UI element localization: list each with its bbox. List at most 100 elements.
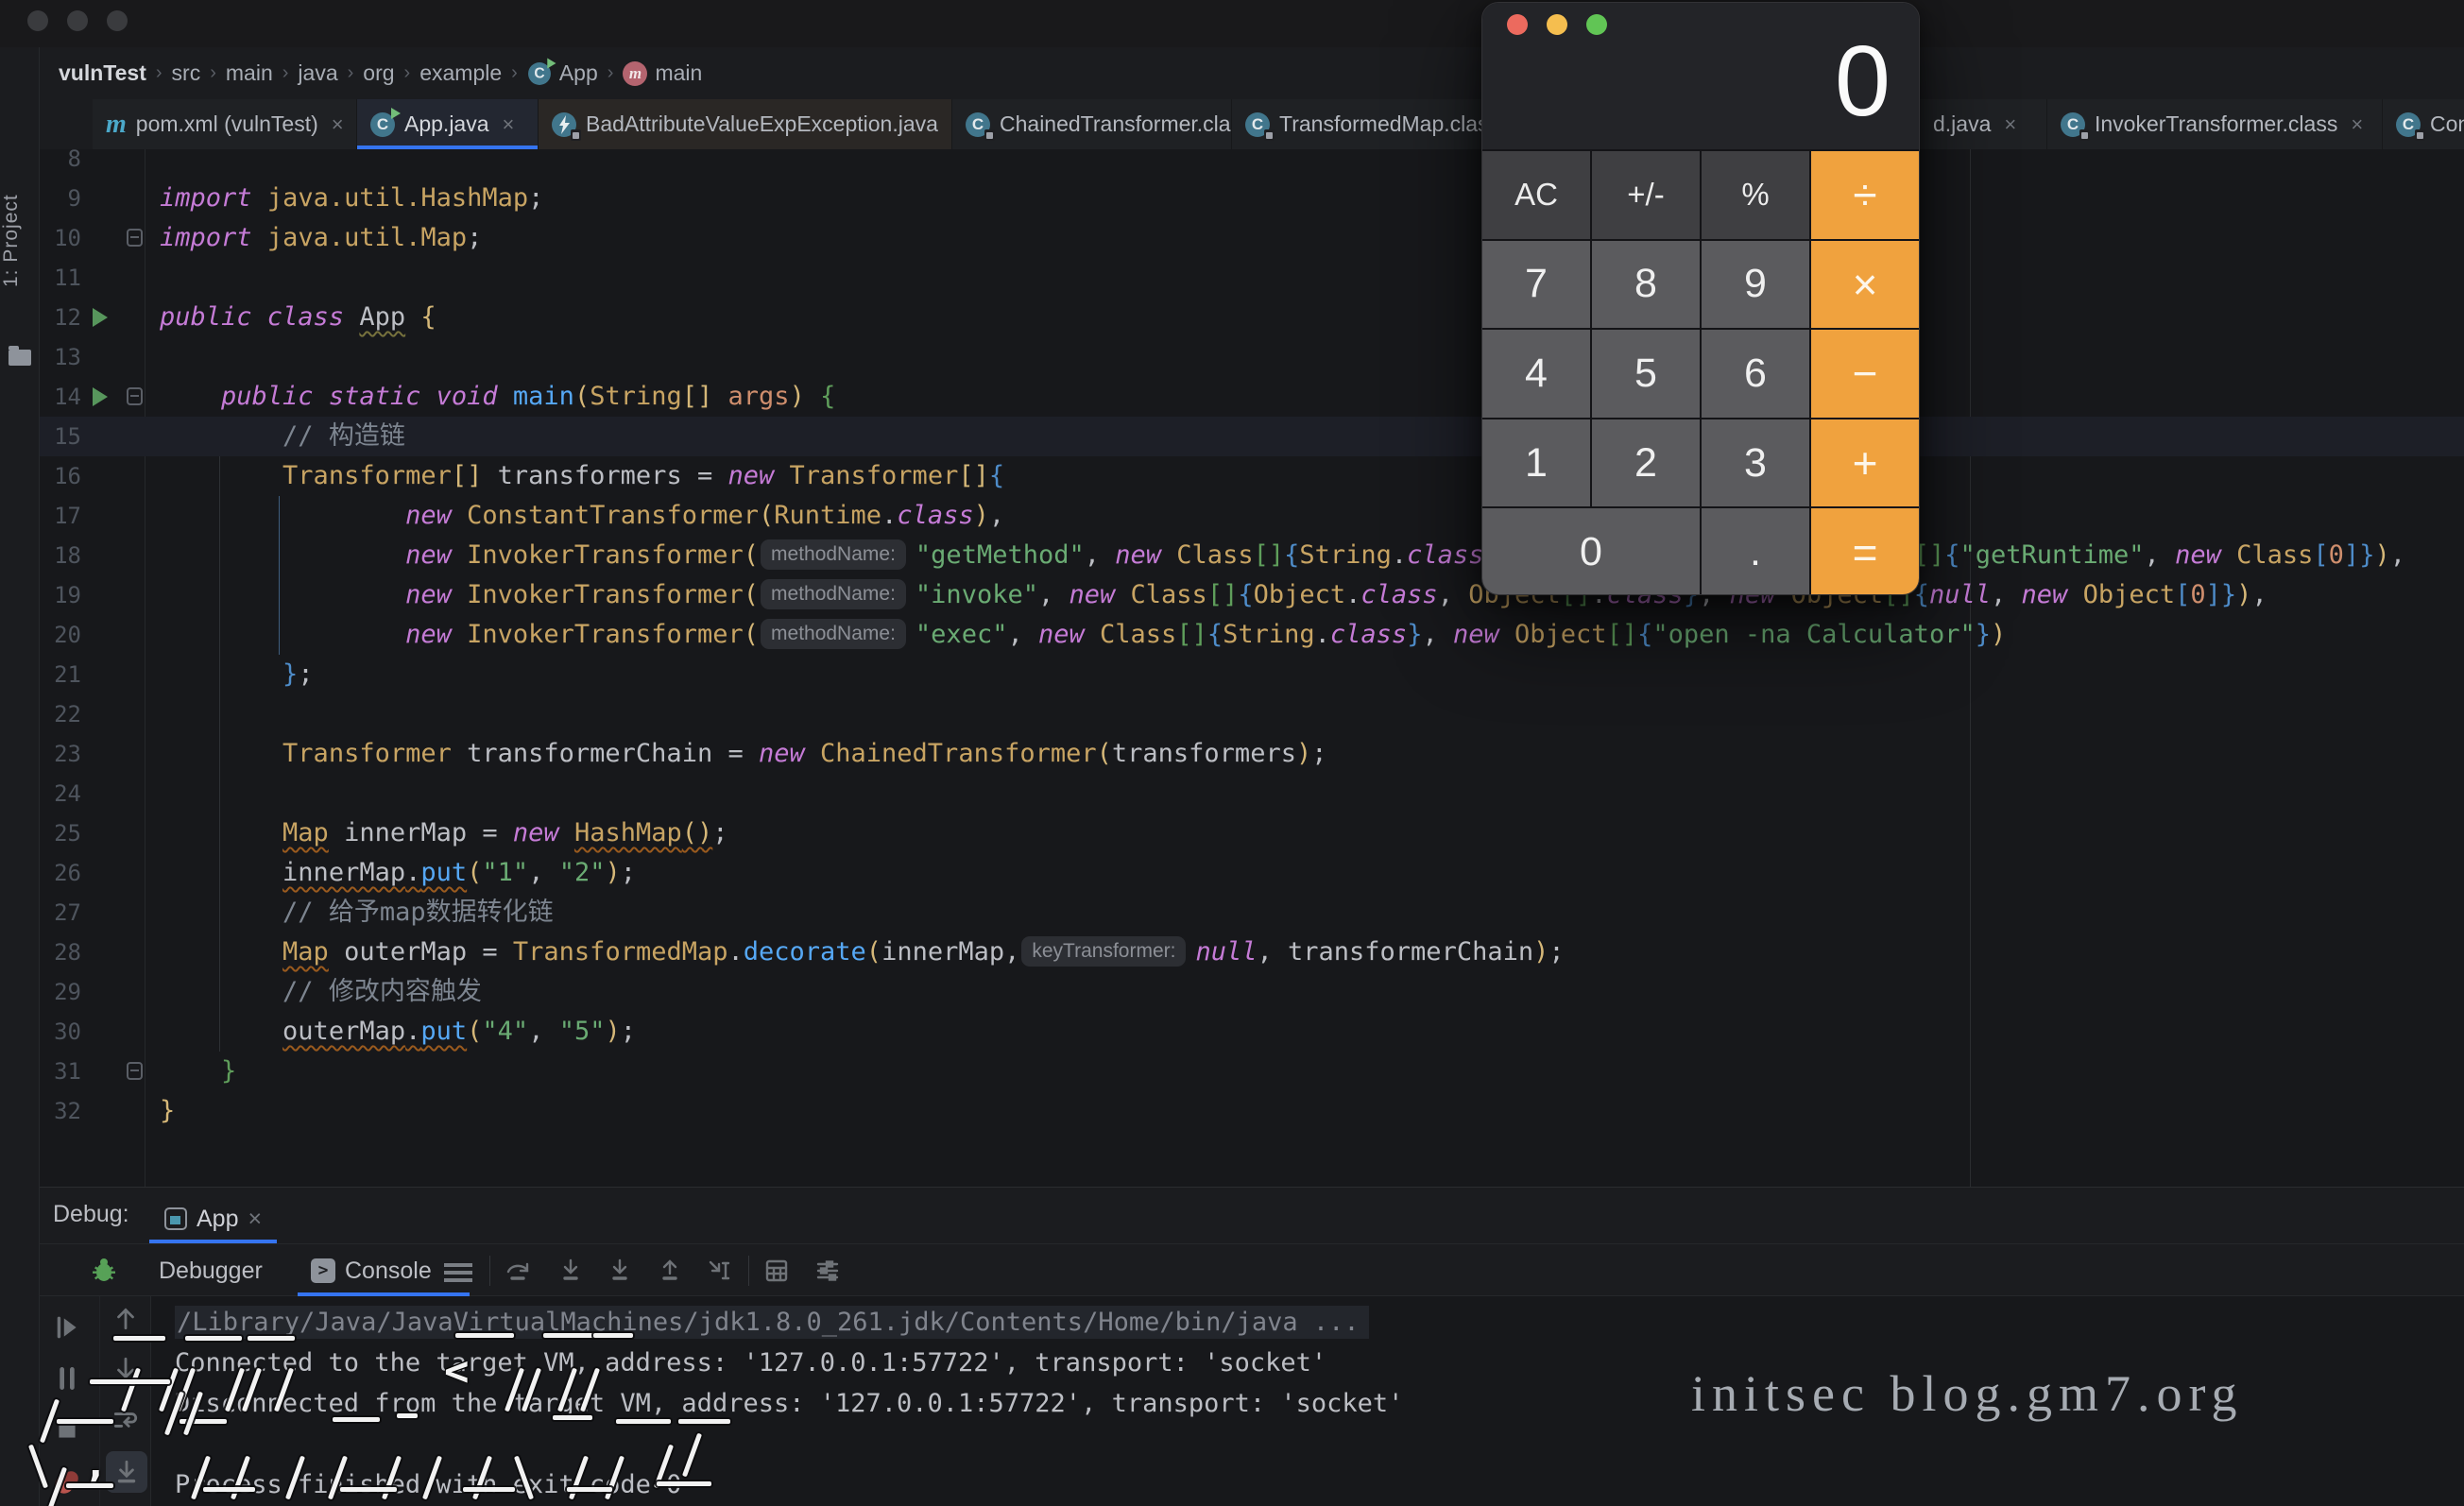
line-number[interactable]: 30 <box>43 1012 81 1052</box>
calc-button-9[interactable]: 9 <box>1702 241 1809 329</box>
stop-icon[interactable] <box>53 1415 81 1448</box>
window-minimize-icon[interactable] <box>67 10 88 31</box>
step-over-icon[interactable] <box>505 1258 531 1284</box>
resume-icon[interactable] <box>53 1313 81 1346</box>
breadcrumb-item-app[interactable]: CApp <box>522 60 604 86</box>
code-line-23[interactable]: 23 Transformer transformerChain = new Ch… <box>40 734 2464 774</box>
run-gutter-icon[interactable] <box>93 308 108 327</box>
calc-button-×[interactable]: × <box>1811 241 1919 329</box>
code-line-10[interactable]: 10import java.util.Map; <box>40 218 2464 258</box>
evaluate-expression-icon[interactable] <box>763 1258 790 1284</box>
line-number[interactable]: 23 <box>43 734 81 774</box>
calc-button-7[interactable]: 7 <box>1482 241 1590 329</box>
calc-button-=[interactable]: = <box>1811 508 1919 595</box>
tab-console[interactable]: > Console <box>311 1244 432 1297</box>
calc-close-icon[interactable] <box>1507 14 1528 35</box>
editor-tab-chainedtransformer-class[interactable]: CChainedTransformer.class× <box>952 99 1232 149</box>
line-number[interactable]: 14 <box>43 377 81 417</box>
breadcrumb-item-src[interactable]: src <box>166 60 207 86</box>
editor-tab-constanttransformer-class[interactable]: CConstantTransformer.class× <box>2383 99 2464 149</box>
calc-button-4[interactable]: 4 <box>1482 330 1590 418</box>
up-icon[interactable] <box>111 1304 140 1337</box>
line-number[interactable]: 22 <box>43 694 81 734</box>
line-number[interactable]: 20 <box>43 615 81 655</box>
calc-button-AC[interactable]: AC <box>1482 151 1590 239</box>
calc-button-2[interactable]: 2 <box>1592 419 1700 507</box>
code-line-9[interactable]: 9import java.util.HashMap; <box>40 179 2464 218</box>
folder-icon[interactable] <box>9 350 31 366</box>
code-line-18[interactable]: 18 new InvokerTransformer(methodName:"ge… <box>40 536 2464 575</box>
line-number[interactable]: 26 <box>43 853 81 893</box>
window-zoom-icon[interactable] <box>107 10 128 31</box>
calc-button-÷[interactable]: ÷ <box>1811 151 1919 239</box>
close-icon[interactable]: × <box>2004 112 2016 137</box>
close-icon[interactable]: × <box>332 112 344 137</box>
code-line-11[interactable]: 11 <box>40 258 2464 298</box>
step-into-icon[interactable] <box>557 1258 584 1284</box>
breadcrumb-item-main[interactable]: main <box>220 60 279 86</box>
close-icon[interactable]: × <box>248 1206 262 1233</box>
close-icon[interactable]: × <box>503 112 515 137</box>
fold-icon[interactable] <box>127 229 143 247</box>
calc-button-.[interactable]: . <box>1702 508 1809 595</box>
line-number[interactable]: 24 <box>43 774 81 813</box>
run-gutter-icon[interactable] <box>93 387 108 406</box>
editor-tab-badattributevalueexpexception-java[interactable]: BadAttributeValueExpException.java× <box>539 99 952 149</box>
breadcrumb-item-example[interactable]: example <box>414 60 507 86</box>
code-editor[interactable]: 89import java.util.HashMap;10import java… <box>40 149 2464 1187</box>
line-number[interactable]: 16 <box>43 456 81 496</box>
pause-icon[interactable] <box>53 1364 81 1397</box>
breadcrumb-item-org[interactable]: org <box>357 60 400 86</box>
line-number[interactable]: 21 <box>43 655 81 694</box>
calc-button-1[interactable]: 1 <box>1482 419 1590 507</box>
run-to-cursor-icon[interactable] <box>707 1258 733 1284</box>
calculator-titlebar[interactable]: 0 <box>1482 3 1919 149</box>
line-number[interactable]: 12 <box>43 298 81 337</box>
code-line-26[interactable]: 26 innerMap.put("1", "2"); <box>40 853 2464 893</box>
line-number[interactable]: 15 <box>43 417 81 456</box>
line-number[interactable]: 29 <box>43 972 81 1012</box>
calc-button-6[interactable]: 6 <box>1702 330 1809 418</box>
breadcrumb-item-java[interactable]: java <box>292 60 343 86</box>
code-line-27[interactable]: 27 // 给予map数据转化链 <box>40 893 2464 933</box>
calc-minimize-icon[interactable] <box>1547 14 1567 35</box>
step-out-icon[interactable] <box>657 1258 683 1284</box>
calc-button-%[interactable]: % <box>1702 151 1809 239</box>
line-number[interactable]: 13 <box>43 337 81 377</box>
editor-tab-pom-xml-vulntest-[interactable]: mpom.xml (vulnTest)× <box>93 99 357 149</box>
menu-icon[interactable] <box>444 1263 472 1267</box>
force-step-into-icon[interactable] <box>607 1258 633 1284</box>
line-number[interactable]: 10 <box>43 218 81 258</box>
calc-button-0[interactable]: 0 <box>1482 508 1700 595</box>
editor-tab-invokertransformer-class[interactable]: CInvokerTransformer.class× <box>2047 99 2383 149</box>
scroll-to-end-icon[interactable] <box>106 1451 147 1493</box>
code-line-29[interactable]: 29 // 修改内容触发 <box>40 972 2464 1012</box>
calc-zoom-icon[interactable] <box>1586 14 1607 35</box>
line-number[interactable]: 27 <box>43 893 81 933</box>
code-line-22[interactable]: 22 <box>40 694 2464 734</box>
code-line-30[interactable]: 30 outerMap.put("4", "5"); <box>40 1012 2464 1052</box>
line-number[interactable]: 28 <box>43 933 81 972</box>
code-line-13[interactable]: 13 <box>40 337 2464 377</box>
fold-icon[interactable] <box>127 1062 143 1080</box>
line-number[interactable]: 18 <box>43 536 81 575</box>
line-number[interactable]: 19 <box>43 575 81 615</box>
line-number[interactable]: 32 <box>43 1091 81 1131</box>
code-line-28[interactable]: 28 Map outerMap = TransformedMap.decorat… <box>40 933 2464 972</box>
calculator-window[interactable]: 0 AC+/-%÷789×456−123+0.= <box>1481 2 1920 595</box>
code-line-32[interactable]: 32} <box>40 1091 2464 1131</box>
editor-tab-d-java[interactable]: d.java× <box>1920 99 2047 149</box>
calc-button-3[interactable]: 3 <box>1702 419 1809 507</box>
window-close-icon[interactable] <box>27 10 48 31</box>
code-line-25[interactable]: 25 Map innerMap = new HashMap(); <box>40 813 2464 853</box>
calc-button-+[interactable]: + <box>1811 419 1919 507</box>
code-line-31[interactable]: 31 } <box>40 1052 2464 1091</box>
code-line-24[interactable]: 24 <box>40 774 2464 813</box>
debug-session-tab[interactable]: App × <box>149 1193 277 1244</box>
line-number[interactable]: 8 <box>43 149 81 179</box>
calc-button-8[interactable]: 8 <box>1592 241 1700 329</box>
breadcrumb-item-main[interactable]: mmain <box>617 60 708 86</box>
calc-button-−[interactable]: − <box>1811 330 1919 418</box>
tab-debugger[interactable]: Debugger <box>159 1244 263 1297</box>
code-line-15[interactable]: 15 // 构造链 <box>40 417 2464 456</box>
